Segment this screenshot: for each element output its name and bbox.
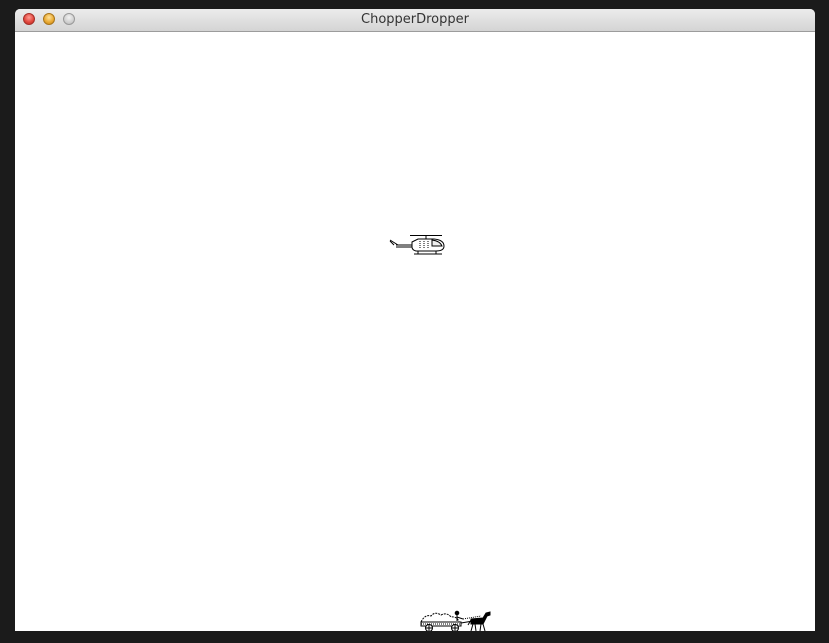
- game-canvas[interactable]: [15, 32, 815, 631]
- horse-cart-icon: [420, 610, 491, 631]
- window-title: ChopperDropper: [361, 12, 469, 27]
- game-window: ChopperDropper: [15, 9, 815, 631]
- helicopter-icon: [389, 235, 445, 255]
- title-bar[interactable]: ChopperDropper: [15, 9, 815, 32]
